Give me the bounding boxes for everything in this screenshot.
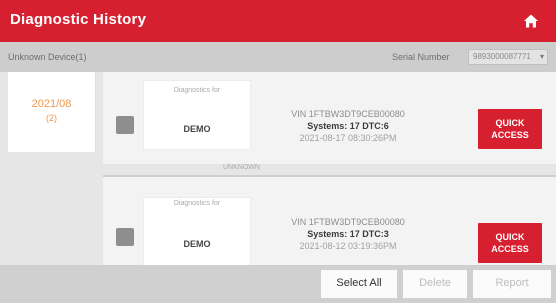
record-divider (103, 175, 556, 177)
record-systems: Systems: 17 DTC:6 (307, 121, 389, 131)
record-checkbox[interactable] (116, 228, 134, 246)
select-all-button[interactable]: Select All (321, 270, 397, 298)
quick-access-button[interactable]: QUICK ACCESS (478, 109, 542, 149)
delete-button[interactable]: Delete (403, 270, 467, 298)
home-button[interactable] (516, 6, 546, 36)
history-record: Diagnostics for DEMO VIN 1FTBW3DT9CEB000… (103, 175, 556, 267)
record-time: 2021-08-12 03:19:36PM (299, 241, 397, 251)
record-systems: Systems: 17 DTC:3 (307, 229, 389, 239)
serial-number-value: 9893000087771 (473, 52, 531, 61)
date-group-date: 2021/08 (31, 98, 72, 110)
record-vin: VIN 1FTBW3DT9CEB00080 (291, 217, 405, 227)
filter-bar: Unknown Device(1) Serial Number 98930000… (0, 42, 556, 72)
chevron-down-icon: ▾ (539, 52, 544, 61)
serial-number-label: Serial Number (392, 52, 450, 62)
action-bar: Select All Delete Report (0, 265, 556, 303)
home-icon (524, 14, 538, 28)
quick-access-button[interactable]: QUICK ACCESS (478, 223, 542, 263)
record-vin: VIN 1FTBW3DT9CEB00080 (291, 109, 405, 119)
vehicle-card-label: Diagnostics for (173, 87, 221, 94)
report-button[interactable]: Report (473, 270, 551, 298)
record-time: 2021-08-17 08:30:26PM (299, 133, 397, 143)
vehicle-card-value: DEMO (183, 239, 211, 249)
record-info: VIN 1FTBW3DT9CEB00080 Systems: 17 DTC:3 … (268, 217, 428, 251)
record-checkbox[interactable] (116, 116, 134, 134)
history-record: Diagnostics for DEMO UNKNOWN VIN 1FTBW3D… (103, 72, 556, 171)
device-filter-label: Unknown Device(1) (8, 52, 87, 62)
page-title: Diagnostic History (10, 11, 147, 28)
date-group[interactable]: 2021/08 (2) (8, 72, 96, 152)
vehicle-card: Diagnostics for DEMO (143, 197, 251, 267)
vehicle-card-value: DEMO (183, 124, 211, 134)
record-info: VIN 1FTBW3DT9CEB00080 Systems: 17 DTC:6 … (268, 109, 428, 143)
date-group-count: (2) (46, 113, 57, 123)
vehicle-card-label: Diagnostics for (173, 200, 221, 207)
history-list: 2021/08 (2) Diagnostics for DEMO UNKNOWN… (0, 72, 556, 267)
title-bar: Diagnostic History (0, 0, 556, 42)
vehicle-sub-label: UNKNOWN (223, 164, 260, 171)
serial-number-select[interactable]: 9893000087771 ▾ (468, 49, 548, 65)
vehicle-card: Diagnostics for DEMO (143, 80, 251, 150)
